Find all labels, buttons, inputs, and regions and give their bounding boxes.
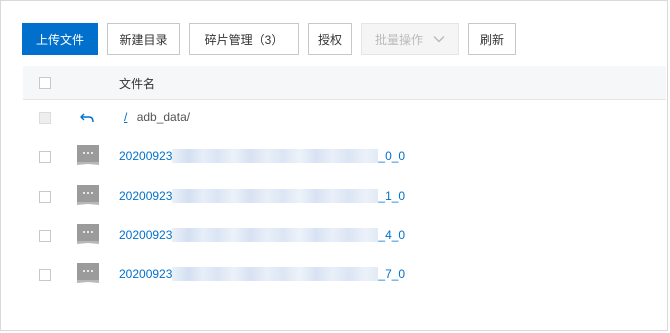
parent-directory-row: / adb_data/	[23, 99, 666, 137]
chevron-down-icon	[433, 32, 445, 46]
current-path: adb_data/	[136, 110, 191, 124]
file-name-link[interactable]: 20200923 _0_0	[119, 149, 405, 163]
file-name-prefix: 20200923	[119, 189, 173, 203]
redacted-segment	[172, 189, 379, 203]
file-name-prefix: 20200923	[119, 228, 173, 242]
column-filename-header: 文件名	[119, 77, 156, 91]
redacted-segment	[172, 149, 379, 163]
batch-operation-label: 批量操作	[374, 32, 423, 47]
file-name-prefix: 20200923	[119, 267, 173, 281]
upload-file-button[interactable]: 上传文件	[22, 23, 98, 55]
back-arrow-icon[interactable]	[79, 110, 97, 126]
file-name-suffix: _0_0	[378, 149, 406, 163]
file-icon	[77, 224, 99, 246]
file-icon	[77, 263, 99, 285]
file-row: 20200923 _0_0	[23, 138, 666, 176]
fragment-management-button[interactable]: 碎片管理（3）	[189, 23, 299, 55]
file-row-checkbox[interactable]	[39, 191, 51, 203]
file-row-checkbox[interactable]	[39, 269, 51, 281]
file-icon	[77, 145, 99, 167]
file-name-suffix: _4_0	[378, 228, 406, 242]
file-name-link[interactable]: 20200923 _1_0	[119, 189, 405, 203]
new-directory-button[interactable]: 新建目录	[107, 23, 180, 55]
file-row-checkbox[interactable]	[39, 230, 51, 242]
file-row: 20200923 _7_0	[23, 256, 666, 294]
file-row: 20200923 _4_0	[23, 217, 666, 255]
parent-row-checkbox	[39, 112, 51, 124]
refresh-button[interactable]: 刷新	[468, 23, 516, 55]
path-root-link[interactable]: /	[124, 110, 127, 124]
file-name-suffix: _1_0	[378, 189, 406, 203]
redacted-segment	[172, 267, 379, 281]
table-header: 文件名	[23, 66, 666, 100]
file-name-suffix: _7_0	[378, 267, 406, 281]
file-icon	[77, 185, 99, 207]
batch-operation-dropdown[interactable]: 批量操作	[361, 23, 459, 55]
toolbar: 上传文件 新建目录 碎片管理（3） 授权 批量操作 刷新	[22, 23, 525, 55]
file-name-prefix: 20200923	[119, 149, 173, 163]
breadcrumb: / adb_data/	[124, 110, 190, 124]
authorize-button[interactable]: 授权	[308, 23, 352, 55]
redacted-segment	[172, 228, 379, 242]
file-name-link[interactable]: 20200923 _4_0	[119, 228, 405, 242]
file-name-link[interactable]: 20200923 _7_0	[119, 267, 405, 281]
file-row-checkbox[interactable]	[39, 151, 51, 163]
select-all-checkbox[interactable]	[39, 77, 51, 89]
file-row: 20200923 _1_0	[23, 178, 666, 216]
